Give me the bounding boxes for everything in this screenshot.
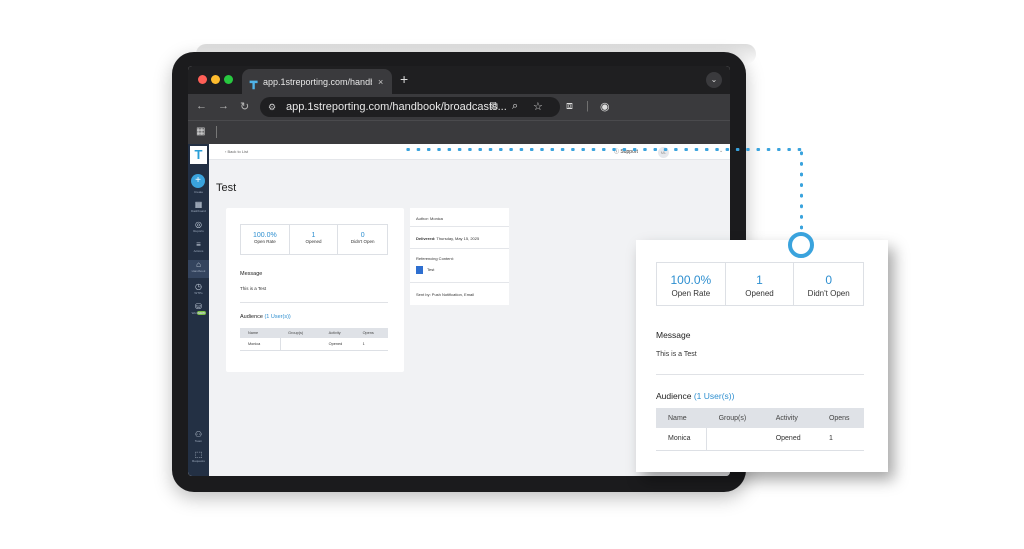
minimize-window-dot[interactable] <box>211 75 220 84</box>
browser-toolbar: ← → ↻ ⚙ app.1streporting.com/handbook/br… <box>188 94 730 120</box>
sent-by-text: Sent by: Push Notification, Email <box>416 292 475 297</box>
audience-heading: Audience (1 User(s)) <box>240 314 291 320</box>
audience-users-link[interactable]: (1 User(s)) <box>264 314 290 320</box>
requests-icon: ⬚ <box>194 450 203 459</box>
sidebar-item-requests[interactable]: ⬚ Requests <box>188 450 209 463</box>
audience-table: Name Group(s) Activity Opens Monica Open… <box>240 328 388 351</box>
sidebar: T + Create ▦ Dashboard ◎ Reports ≡ Actio… <box>188 144 209 476</box>
delivered-text: Delivered: Thursday, May 15, 2025 <box>416 236 480 241</box>
table-row: Monica Opened 1 <box>656 428 864 451</box>
dashboard-icon: ▦ <box>194 200 203 209</box>
zoom-col-opens[interactable]: Opens <box>816 408 864 428</box>
app-topbar: ‹ Back to List ⓘ Support ML ⌄ <box>209 144 730 160</box>
zoom-audience-table: Name Group(s) Activity Opens Monica Open… <box>656 408 864 451</box>
sidebar-item-wtps[interactable]: ◷ WTPs <box>188 282 209 295</box>
col-activity[interactable]: Activity <box>324 328 359 338</box>
zoom-col-activity[interactable]: Activity <box>763 408 817 428</box>
zoom-col-groups[interactable]: Group(s) <box>706 408 764 428</box>
bookmark-star-icon[interactable]: ☆ <box>533 100 543 113</box>
workflows-icon: ⛁ <box>195 302 202 311</box>
zoom-message-text: This is a Test <box>656 351 697 358</box>
zoom-icon[interactable]: ⌕ <box>512 100 518 113</box>
site-info-icon[interactable]: ⚙ <box>268 97 276 117</box>
zoom-audience-heading: Audience (1 User(s)) <box>656 391 735 401</box>
tab-title: app.1streporting.com/handbo <box>263 76 372 87</box>
zoom-stat-didnt-open: 0 Didn't Open <box>807 273 850 298</box>
stat-open-rate: 100.0% Open Rate <box>241 225 290 254</box>
sidebar-item-handbook[interactable]: ⌂ Handbook <box>188 260 209 278</box>
back-to-list-link[interactable]: ‹ Back to List <box>225 149 248 154</box>
zoom-divider <box>656 374 864 375</box>
wtps-icon: ◷ <box>195 282 202 291</box>
col-name[interactable]: Name <box>240 328 281 338</box>
sidebar-item-workflows[interactable]: ⛁ Workflows <box>188 302 209 315</box>
bookmarks-bar: ▦ <box>188 120 730 144</box>
divider <box>240 302 388 303</box>
referencing-label: Referencing Content: <box>416 256 454 261</box>
team-icon: ⚇ <box>194 430 203 439</box>
sidebar-item-create-label: Create <box>193 190 203 194</box>
handbook-icon: ⌂ <box>196 260 201 269</box>
extensions-icon[interactable]: ⧈ <box>566 100 573 113</box>
col-opens[interactable]: Opens <box>358 328 388 338</box>
back-arrow-icon[interactable]: ← <box>196 100 207 112</box>
sidebar-item-dashboard[interactable]: ▦ Dashboard <box>188 200 209 213</box>
forward-arrow-icon[interactable]: → <box>218 100 229 112</box>
zoom-stat-open-rate: 100.0% Open Rate <box>657 263 726 305</box>
zoom-stats-row: 100.0% Open Rate 1 Opened 0 Didn't Open <box>656 262 864 306</box>
connector-dotted-line-vertical <box>800 148 803 232</box>
message-heading: Message <box>240 271 263 277</box>
zoom-callout-card: 100.0% Open Rate 1 Opened 0 Didn't Open Mes… <box>636 240 888 472</box>
sidebar-item-team[interactable]: ⚇ Team <box>188 430 209 443</box>
tab-search-button[interactable]: ⌄ <box>706 72 722 88</box>
reload-icon[interactable]: ↻ <box>240 100 249 113</box>
cast-icon[interactable]: ⧉ <box>490 100 498 113</box>
url-text: app.1streporting.com/handbook/broadcasts… <box>286 101 507 113</box>
divider <box>410 226 509 227</box>
maximize-window-dot[interactable] <box>224 75 233 84</box>
site-favicon-icon: ┳ <box>250 74 258 89</box>
apps-grid-icon[interactable]: ▦ <box>196 126 205 137</box>
marketing-stage: ┳ app.1streporting.com/handbo × + ⌄ ← → … <box>0 0 1024 549</box>
message-text: This is a Test <box>240 286 267 291</box>
author-text: Author: Monica <box>416 216 443 221</box>
document-icon <box>416 266 423 274</box>
profile-icon[interactable]: ◉ <box>600 100 610 113</box>
create-button[interactable]: + <box>191 174 205 188</box>
sidebar-item-reports[interactable]: ◎ Reports <box>188 220 209 233</box>
page-title: Test <box>216 182 237 194</box>
table-row: Monica Opened 1 <box>240 338 388 351</box>
browser-tab-bar: ┳ app.1streporting.com/handbo × + ⌄ <box>188 66 730 94</box>
zoom-audience-users-link[interactable]: (1 User(s)) <box>694 391 735 401</box>
tab-close-icon[interactable]: × <box>378 77 392 87</box>
stat-didnt-open: 0 Didn't Open <box>350 232 375 244</box>
divider <box>410 282 509 283</box>
broadcast-info-card: Author: Monica Delivered: Thursday, May … <box>410 208 509 305</box>
close-window-dot[interactable] <box>198 75 207 84</box>
browser-tab[interactable]: ┳ app.1streporting.com/handbo × <box>242 69 392 94</box>
connector-dotted-line <box>403 148 803 151</box>
col-groups[interactable]: Group(s) <box>280 328 325 338</box>
connector-ring-marker <box>788 232 814 258</box>
zoom-stat-opened: 1 Opened <box>726 263 795 305</box>
toolbar-divider: | <box>586 100 589 112</box>
divider <box>410 248 509 249</box>
bookmarks-divider <box>216 126 217 138</box>
zoom-message-heading: Message <box>656 330 691 340</box>
app-logo[interactable]: T <box>190 146 207 164</box>
reports-icon: ◎ <box>195 220 202 229</box>
broadcast-card: 100.0% Open Rate 1 Opened 0 Didn't Open … <box>226 208 404 372</box>
stat-opened: 1 Opened <box>290 225 339 254</box>
actions-icon: ≡ <box>196 240 201 249</box>
zoom-col-name[interactable]: Name <box>656 408 707 428</box>
stats-row: 100.0% Open Rate 1 Opened 0 Didn't Open <box>240 224 388 255</box>
new-tab-button[interactable]: + <box>400 71 408 87</box>
referenced-doc-link[interactable]: Test <box>416 266 434 274</box>
sidebar-item-actions[interactable]: ≡ Actions <box>188 240 209 253</box>
